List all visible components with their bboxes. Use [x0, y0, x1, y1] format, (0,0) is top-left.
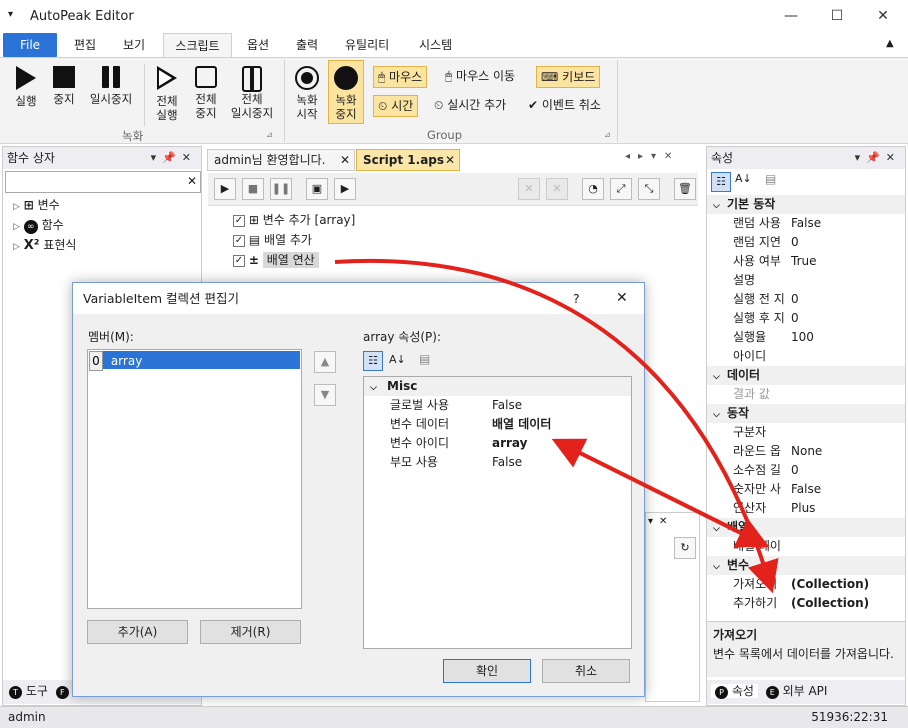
annotation-arrows: [334, 258, 779, 594]
arrow-bidirectional-back: [551, 438, 756, 542]
status-bar: admin 51936:22:31: [0, 706, 908, 728]
status-time: 51936:22:31: [811, 710, 888, 724]
status-user: admin: [8, 710, 46, 724]
arrow-to-collection: [334, 258, 779, 594]
